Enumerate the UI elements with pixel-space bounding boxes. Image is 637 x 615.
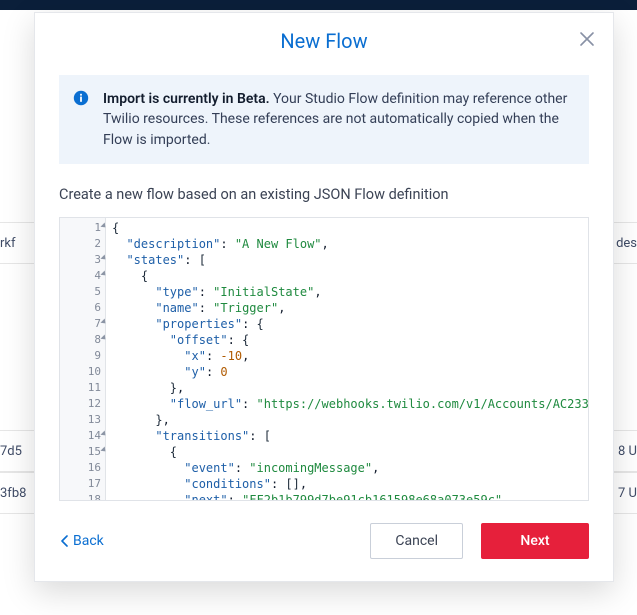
- bg-text: rkf: [0, 236, 16, 251]
- gutter-line: 5: [60, 284, 105, 300]
- code-line[interactable]: "next": "FF2b1b799d7be91cb161598e68a073e…: [112, 492, 588, 500]
- code-line[interactable]: "y": 0: [112, 364, 588, 380]
- code-line[interactable]: "flow_url": "https://webhooks.twilio.com…: [112, 396, 588, 412]
- code-line[interactable]: "properties": {: [112, 316, 588, 332]
- cancel-button[interactable]: Cancel: [370, 523, 463, 559]
- code-line[interactable]: {: [112, 220, 588, 236]
- gutter-line: 15: [60, 444, 105, 460]
- code-line[interactable]: },: [112, 412, 588, 428]
- code-line[interactable]: "type": "InitialState",: [112, 284, 588, 300]
- gutter-line: 17: [60, 476, 105, 492]
- gutter-line: 10: [60, 364, 105, 380]
- gutter-line: 2: [60, 236, 105, 252]
- code-line[interactable]: },: [112, 380, 588, 396]
- code-line[interactable]: "event": "incomingMessage",: [112, 460, 588, 476]
- modal-title: New Flow: [280, 29, 367, 53]
- json-editor[interactable]: 123456789101112131415161718 { "descripti…: [59, 217, 589, 501]
- editor-gutter: 123456789101112131415161718: [60, 218, 106, 500]
- gutter-line: 14: [60, 428, 105, 444]
- beta-alert: Import is currently in Beta. Your Studio…: [59, 75, 589, 164]
- modal-header: New Flow: [35, 13, 613, 69]
- gutter-line: 9: [60, 348, 105, 364]
- bg-text: 7 U: [618, 486, 637, 501]
- gutter-line: 1: [60, 220, 105, 236]
- close-button[interactable]: [575, 27, 599, 51]
- code-line[interactable]: "states": [: [112, 252, 588, 268]
- code-line[interactable]: "x": -10,: [112, 348, 588, 364]
- gutter-line: 12: [60, 396, 105, 412]
- bg-text: des: [616, 236, 637, 251]
- gutter-line: 18: [60, 492, 105, 501]
- next-label: Next: [520, 533, 549, 549]
- alert-text: Import is currently in Beta. Your Studio…: [103, 89, 573, 150]
- editor-code[interactable]: { "description": "A New Flow", "states":…: [106, 218, 588, 500]
- code-line[interactable]: {: [112, 268, 588, 284]
- code-line[interactable]: "offset": {: [112, 332, 588, 348]
- alert-strong: Import is currently in Beta.: [103, 91, 270, 107]
- info-icon: [73, 90, 89, 106]
- code-line[interactable]: {: [112, 444, 588, 460]
- new-flow-modal: New Flow Import is currently in Beta. Yo…: [34, 12, 614, 582]
- modal-footer: Back Cancel Next: [35, 501, 613, 581]
- bg-text: 8 U: [618, 444, 637, 459]
- gutter-line: 7: [60, 316, 105, 332]
- back-label: Back: [73, 533, 104, 549]
- gutter-line: 8: [60, 332, 105, 348]
- gutter-line: 3: [60, 252, 105, 268]
- modal-subtitle: Create a new flow based on an existing J…: [59, 186, 589, 203]
- cancel-label: Cancel: [395, 533, 438, 549]
- gutter-line: 11: [60, 380, 105, 396]
- bg-text: 3fb8: [0, 486, 26, 501]
- chevron-left-icon: [59, 535, 71, 547]
- modal-body: Import is currently in Beta. Your Studio…: [35, 75, 613, 501]
- close-icon: [579, 31, 595, 47]
- back-button[interactable]: Back: [59, 533, 104, 549]
- bg-text: 7d5: [0, 444, 22, 459]
- gutter-line: 4: [60, 268, 105, 284]
- gutter-line: 6: [60, 300, 105, 316]
- code-line[interactable]: "conditions": [],: [112, 476, 588, 492]
- code-line[interactable]: "description": "A New Flow",: [112, 236, 588, 252]
- app-topbar: [0, 0, 637, 10]
- gutter-line: 16: [60, 460, 105, 476]
- gutter-line: 13: [60, 412, 105, 428]
- code-line[interactable]: "name": "Trigger",: [112, 300, 588, 316]
- code-line[interactable]: "transitions": [: [112, 428, 588, 444]
- next-button[interactable]: Next: [481, 523, 589, 559]
